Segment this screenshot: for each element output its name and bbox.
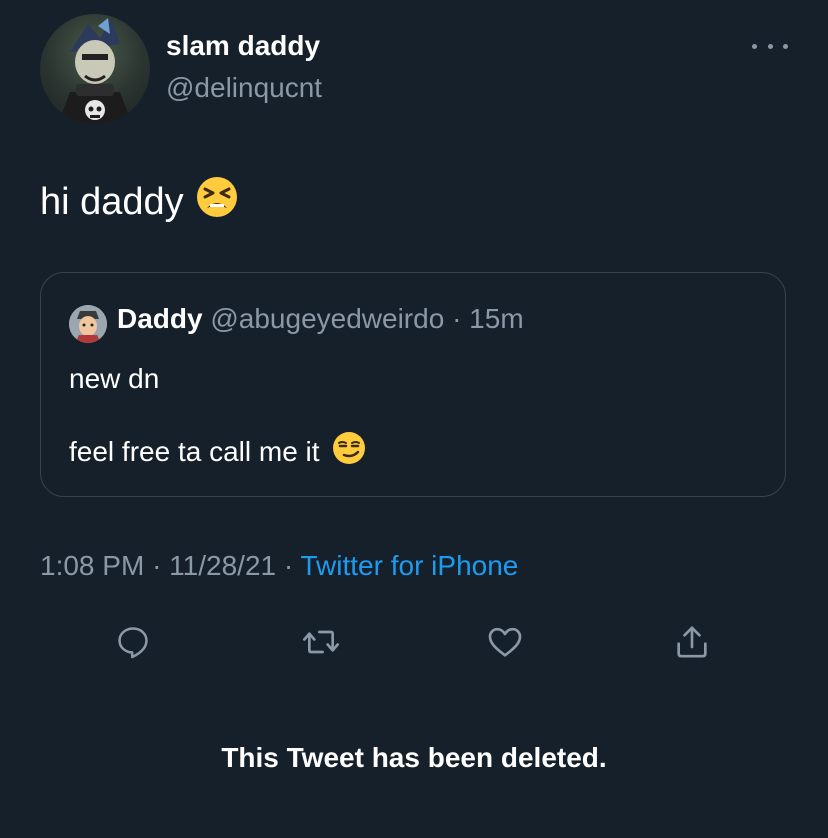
meta-separator: · [152, 550, 162, 581]
quoted-timestamp[interactable]: 15m [469, 303, 523, 334]
reply-icon [118, 627, 148, 659]
tired-face-emoji-icon [196, 176, 238, 228]
heart-icon [488, 627, 522, 657]
quoted-author-name[interactable]: Daddy [117, 303, 203, 334]
share-icon [677, 626, 707, 658]
tweet-source-link[interactable]: Twitter for iPhone [300, 550, 518, 581]
quoted-tweet-header: Daddy @abugeyedweirdo · 15m [117, 303, 524, 335]
retweet-icon [303, 630, 339, 654]
tweet-text: hi daddy [40, 176, 238, 228]
author-name[interactable]: slam daddy [166, 30, 320, 62]
like-button[interactable] [485, 622, 525, 662]
quoted-tweet[interactable]: Daddy @abugeyedweirdo · 15m new dn feel … [40, 272, 786, 497]
meta-separator: · [283, 550, 294, 581]
quoted-separator: · [452, 303, 462, 334]
tweet-time[interactable]: 1:08 PM [40, 550, 144, 581]
tweet-meta: 1:08 PM · 11/28/21 · Twitter for iPhone [40, 550, 518, 582]
share-button[interactable] [672, 622, 712, 662]
quoted-text-line-2-content: feel free ta call me it [69, 435, 320, 467]
more-dot-icon [767, 43, 773, 49]
tweet-date[interactable]: 11/28/21 [169, 550, 276, 581]
retweet-button[interactable] [301, 622, 341, 662]
quoted-author-avatar[interactable] [69, 305, 107, 343]
author-handle[interactable]: @delinqucnt [166, 72, 322, 104]
deleted-tweet-notice: This Tweet has been deleted. [221, 742, 607, 773]
author-avatar[interactable] [40, 14, 150, 124]
more-options-button[interactable] [752, 34, 788, 58]
smirking-face-emoji-icon [332, 431, 366, 472]
more-dot-icon [752, 43, 757, 49]
quoted-text-line-1: new dn [69, 363, 160, 394]
avatar-image [58, 18, 132, 124]
quoted-author-handle[interactable]: @abugeyedweirdo [210, 303, 444, 334]
quoted-avatar-image [69, 305, 107, 343]
tweet-text-content: hi daddy [40, 180, 184, 223]
quoted-text-line-2: feel free ta call me it [69, 431, 366, 472]
more-dot-icon [783, 43, 788, 49]
reply-button[interactable] [113, 622, 153, 662]
